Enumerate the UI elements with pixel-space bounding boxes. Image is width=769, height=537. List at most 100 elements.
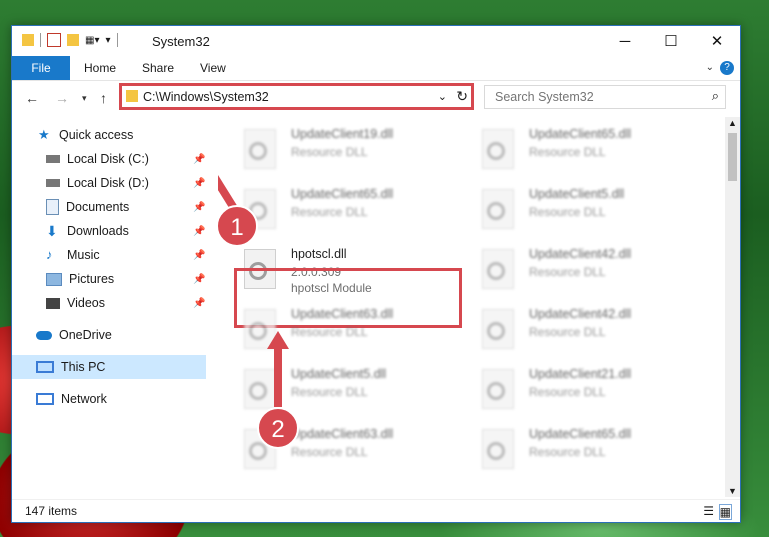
- sidebar-item-music[interactable]: ♪ Music 📌: [12, 243, 240, 267]
- navigation-pane: ★ Quick access Local Disk (C:) 📌 Local D…: [12, 117, 206, 497]
- videos-icon: [46, 297, 60, 309]
- sidebar-item-label: Music: [67, 248, 100, 262]
- vertical-scrollbar[interactable]: ▲ ▼: [725, 117, 740, 497]
- help-icon[interactable]: ?: [720, 61, 734, 75]
- dll-file-icon: [482, 129, 514, 169]
- sidebar-item-quick-access[interactable]: ★ Quick access: [12, 123, 232, 147]
- dll-file-icon: [244, 129, 276, 169]
- sidebar-item-label: Local Disk (C:): [67, 152, 149, 166]
- scroll-down-icon[interactable]: ▼: [728, 486, 737, 496]
- back-arrow-icon[interactable]: ←: [25, 90, 39, 106]
- customize-toolbar-icon[interactable]: ▦▾: [85, 35, 99, 46]
- list-item[interactable]: UpdateClient65.dll Resource DLL: [466, 419, 696, 477]
- file-description: Resource DLL: [529, 325, 606, 339]
- toolbar-divider: [116, 33, 118, 47]
- search-input[interactable]: [493, 89, 707, 105]
- gear-icon: [487, 382, 505, 400]
- sidebar-item-videos[interactable]: Videos 📌: [12, 291, 240, 315]
- file-name: UpdateClient42.dll: [529, 247, 632, 261]
- sidebar-item-local-disk-c[interactable]: Local Disk (C:) 📌: [12, 147, 240, 171]
- maximize-button[interactable]: ☐: [648, 26, 694, 56]
- recent-locations-icon[interactable]: ▾: [82, 93, 87, 104]
- file-description: Resource DLL: [529, 205, 606, 219]
- gear-icon: [487, 142, 505, 160]
- file-description: Resource DLL: [291, 325, 368, 339]
- file-name: UpdateClient63.dll: [291, 307, 394, 321]
- close-button[interactable]: ✕: [694, 26, 740, 56]
- address-highlight-box: [119, 83, 474, 110]
- minimize-icon: ─: [619, 32, 631, 50]
- up-arrow-icon[interactable]: ↑: [100, 90, 107, 106]
- list-item[interactable]: UpdateClient5.dll Resource DLL: [228, 359, 458, 417]
- scroll-up-icon[interactable]: ▲: [728, 118, 737, 128]
- download-icon: ⬇: [46, 223, 58, 239]
- file-name: UpdateClient19.dll: [291, 127, 394, 141]
- tab-share[interactable]: Share: [128, 56, 188, 80]
- folder-icon: [22, 34, 34, 46]
- sidebar-item-this-pc[interactable]: This PC: [12, 355, 206, 379]
- gear-icon: [487, 442, 505, 460]
- search-icon[interactable]: ⌕: [712, 88, 719, 104]
- file-name: hpotscl.dll: [291, 247, 347, 261]
- pin-icon[interactable]: 📌: [193, 250, 205, 261]
- properties-icon[interactable]: [47, 33, 61, 47]
- file-description: Resource DLL: [291, 205, 368, 219]
- pin-icon[interactable]: 📌: [193, 154, 205, 165]
- sidebar-item-label: This PC: [61, 360, 106, 374]
- file-description: Resource DLL: [529, 265, 606, 279]
- file-name: UpdateClient42.dll: [529, 307, 632, 321]
- new-folder-icon[interactable]: [67, 34, 79, 46]
- pictures-icon: [46, 272, 62, 286]
- list-item[interactable]: UpdateClient65.dll Resource DLL: [228, 179, 458, 237]
- sidebar-item-label: OneDrive: [59, 328, 112, 342]
- pin-icon[interactable]: 📌: [193, 274, 205, 285]
- sidebar-item-label: Network: [61, 392, 107, 406]
- sidebar-item-pictures[interactable]: Pictures 📌: [12, 267, 240, 291]
- file-explorer-window: ▦▾ ▾ System32 ─ ☐ ✕ File Home Share View…: [11, 25, 741, 523]
- file-list: UpdateClient19.dll Resource DLL UpdateCl…: [218, 117, 722, 497]
- tab-home[interactable]: Home: [70, 56, 130, 80]
- list-item[interactable]: UpdateClient21.dll Resource DLL: [466, 359, 696, 417]
- sidebar-item-label: Quick access: [59, 128, 134, 142]
- gear-icon: [249, 142, 267, 160]
- sidebar-item-network[interactable]: Network: [12, 387, 230, 411]
- list-item[interactable]: UpdateClient19.dll Resource DLL: [228, 119, 458, 177]
- drive-icon: [46, 179, 60, 187]
- minimize-button[interactable]: ─: [602, 26, 648, 56]
- sidebar-item-downloads[interactable]: ⬇ Downloads 📌: [12, 219, 240, 243]
- gear-icon: [487, 322, 505, 340]
- large-icons-view-icon[interactable]: ▦: [718, 504, 732, 520]
- list-item[interactable]: UpdateClient5.dll Resource DLL: [466, 179, 696, 237]
- item-count: 147 items: [25, 504, 78, 518]
- details-view-icon[interactable]: ☰: [703, 504, 714, 518]
- chevron-down-icon[interactable]: ⌄: [706, 62, 714, 73]
- list-item[interactable]: UpdateClient42.dll Resource DLL: [466, 239, 696, 297]
- list-item[interactable]: UpdateClient65.dll Resource DLL: [466, 119, 696, 177]
- tab-file[interactable]: File: [12, 56, 70, 80]
- file-name: UpdateClient65.dll: [529, 427, 632, 441]
- file-description: Resource DLL: [529, 385, 606, 399]
- sidebar-item-documents[interactable]: Documents 📌: [12, 195, 240, 219]
- star-icon: ★: [38, 127, 50, 142]
- pin-icon[interactable]: 📌: [193, 202, 205, 213]
- tab-view[interactable]: View: [186, 56, 240, 80]
- ribbon-tabs: File Home Share View ⌄ ?: [12, 56, 740, 81]
- sidebar-item-local-disk-d[interactable]: Local Disk (D:) 📌: [12, 171, 240, 195]
- network-icon: [36, 393, 54, 405]
- quick-access-toolbar: ▦▾ ▾: [22, 33, 118, 47]
- toolbar-dropdown-icon[interactable]: ▾: [105, 35, 110, 46]
- sidebar-item-onedrive[interactable]: OneDrive: [12, 323, 230, 347]
- search-box[interactable]: ⌕: [484, 85, 726, 109]
- forward-arrow-icon[interactable]: →: [55, 90, 69, 106]
- file-description: Resource DLL: [529, 445, 606, 459]
- gear-icon: [249, 322, 267, 340]
- list-item[interactable]: UpdateClient63.dll Resource DLL: [228, 299, 458, 357]
- pin-icon[interactable]: 📌: [193, 298, 205, 309]
- callout-1: 1: [218, 205, 258, 247]
- documents-icon: [46, 199, 59, 215]
- pin-icon[interactable]: 📌: [193, 226, 205, 237]
- list-item[interactable]: UpdateClient42.dll Resource DLL: [466, 299, 696, 357]
- scrollbar-thumb[interactable]: [728, 133, 737, 181]
- file-name: UpdateClient65.dll: [291, 187, 394, 201]
- pin-icon[interactable]: 📌: [193, 178, 205, 189]
